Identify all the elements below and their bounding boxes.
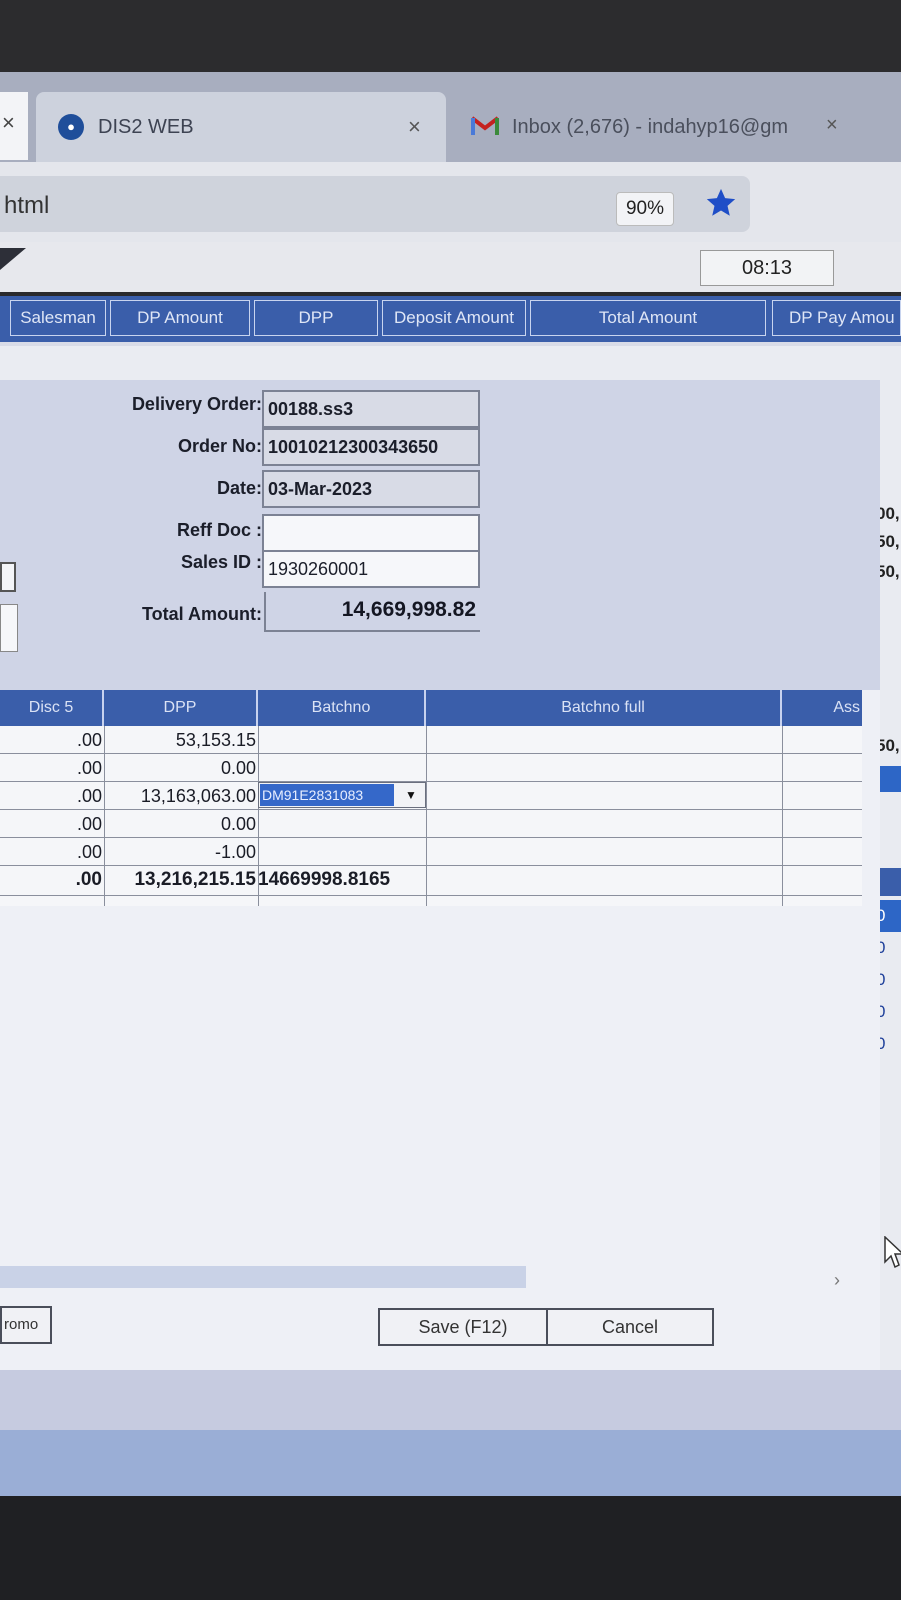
delivery-order-field[interactable]: 00188.ss3 xyxy=(262,390,480,428)
column-dpp[interactable]: DPP xyxy=(104,690,258,726)
disc5-total: .00 xyxy=(75,869,102,890)
column-dpp[interactable]: DPP xyxy=(254,300,378,336)
chevron-down-icon[interactable]: ▼ xyxy=(398,784,424,806)
batchno-selected-value[interactable]: DM91E2831083 xyxy=(260,784,394,806)
disc5-cell: .00 xyxy=(76,730,102,750)
column-salesman[interactable]: Salesman xyxy=(10,300,106,336)
totals-row: .00 13,216,215.15 14669998.8165 xyxy=(0,866,862,896)
date-field[interactable]: 03-Mar-2023 xyxy=(262,470,480,508)
monitor-bezel xyxy=(0,1496,901,1600)
batchno-cell[interactable] xyxy=(260,754,426,782)
batchno-cell[interactable] xyxy=(260,810,426,838)
column-dp-amount[interactable]: DP Amount xyxy=(110,300,250,336)
table-row[interactable]: .00 13,163,063.00 xyxy=(0,782,862,810)
dpp-cell: 0.00 xyxy=(220,814,256,834)
column-dp-pay-amount[interactable]: DP Pay Amou xyxy=(772,300,901,336)
background-list-panel xyxy=(880,346,901,1370)
tab-title: DIS2 WEB xyxy=(98,116,194,138)
monitor-bezel xyxy=(0,0,901,72)
column-batchno-full[interactable]: Batchno full xyxy=(426,690,782,726)
tab-close-button[interactable]: × xyxy=(0,92,28,160)
tab-close-button[interactable]: × xyxy=(826,114,838,137)
sales-id-label: Sales ID : xyxy=(180,552,262,572)
disc5-cell: .00 xyxy=(76,814,102,834)
mouse-pointer-icon xyxy=(884,1236,901,1269)
taskbar xyxy=(0,1430,901,1496)
dialog-title-band xyxy=(0,346,880,380)
total-amount-label: Total Amount: xyxy=(142,604,262,624)
dpp-total: 13,216,215.15 xyxy=(134,869,256,890)
column-ass[interactable]: Ass xyxy=(782,690,862,726)
order-no-label: Order No: xyxy=(177,436,262,456)
dis2-favicon-icon: ● xyxy=(58,114,84,140)
disc5-cell: .00 xyxy=(76,842,102,862)
batchno-total: 14669998.8165 xyxy=(258,869,391,890)
column-batchno[interactable]: Batchno xyxy=(258,690,426,726)
side-field[interactable] xyxy=(0,604,18,652)
clock-display: 08:13 xyxy=(700,250,834,286)
cancel-button[interactable]: Cancel xyxy=(546,1308,714,1346)
delivery-order-label: Delivery Order: xyxy=(131,394,262,414)
column-disc5[interactable]: Disc 5 xyxy=(0,690,104,726)
dpp-cell: 53,153.15 xyxy=(175,730,256,750)
horizontal-scrollbar[interactable] xyxy=(0,1266,526,1288)
order-no-field[interactable]: 10010212300343650 xyxy=(262,428,480,466)
column-deposit-amount[interactable]: Deposit Amount xyxy=(382,300,526,336)
table-row[interactable]: .00 -1.00 xyxy=(0,838,862,866)
total-amount-value: 14,669,998.82 xyxy=(264,592,480,632)
dpp-cell: 13,163,063.00 xyxy=(140,786,256,806)
reff-doc-field[interactable] xyxy=(262,514,480,552)
tab-close-button[interactable]: × xyxy=(408,114,421,140)
gmail-icon xyxy=(470,116,500,135)
promo-button[interactable]: romo xyxy=(0,1306,52,1344)
batchno-cell[interactable] xyxy=(260,838,426,866)
sales-id-field[interactable]: 1930260001 xyxy=(262,550,480,588)
batchno-cell[interactable] xyxy=(260,726,426,754)
zoom-indicator[interactable]: 90% xyxy=(616,192,674,226)
dpp-cell: -1.00 xyxy=(214,842,256,862)
table-row[interactable]: .00 53,153.15 xyxy=(0,726,862,754)
side-dropdown[interactable] xyxy=(0,562,16,592)
scroll-right-icon[interactable]: › xyxy=(834,1270,840,1291)
tab-inbox[interactable]: Inbox (2,676) - indahyp16@gm xyxy=(512,116,788,139)
date-label: Date: xyxy=(216,478,262,498)
save-button[interactable]: Save (F12) xyxy=(378,1308,548,1346)
bookmark-star-icon[interactable] xyxy=(704,186,738,220)
table-row[interactable]: .00 0.00 xyxy=(0,810,862,838)
url-text: html xyxy=(4,192,50,219)
disc5-cell: .00 xyxy=(76,786,102,806)
dpp-cell: 0.00 xyxy=(220,758,256,778)
toolbar-corner xyxy=(0,248,26,270)
disc5-cell: .00 xyxy=(76,758,102,778)
column-total-amount[interactable]: Total Amount xyxy=(530,300,766,336)
table-row[interactable]: .00 0.00 xyxy=(0,754,862,782)
selected-list-row[interactable] xyxy=(880,766,901,792)
reff-doc-label: Reff Doc : xyxy=(177,520,262,540)
